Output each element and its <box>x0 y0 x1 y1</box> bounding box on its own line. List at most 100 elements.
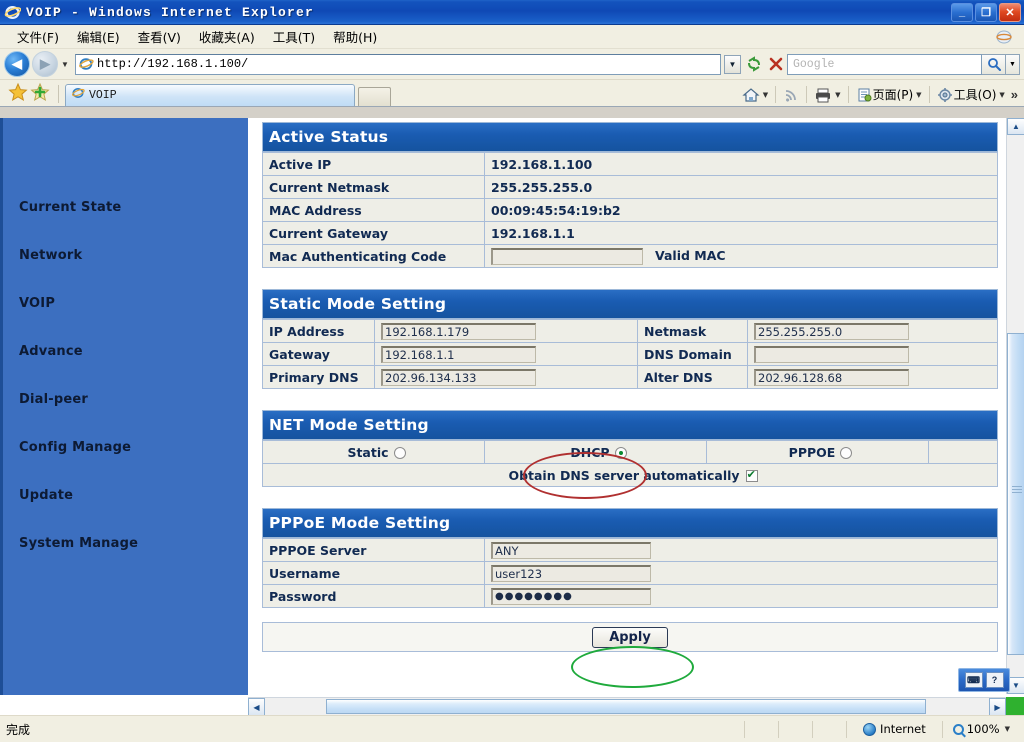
add-to-favorites-icon[interactable] <box>30 82 52 104</box>
password-input[interactable]: ●●●●●●●● <box>491 588 651 605</box>
row-label-primary-dns: Primary DNS <box>263 366 375 389</box>
spacer-2 <box>262 389 998 410</box>
gateway-input[interactable]: 192.168.1.1 <box>381 346 536 363</box>
row-value-active-ip: 192.168.1.100 <box>485 153 998 176</box>
vertical-scrollbar[interactable]: ▲ ▼ <box>1006 118 1024 694</box>
obtain-dns-checkbox[interactable] <box>746 470 758 482</box>
sidebar-item-config-manage[interactable]: Config Manage <box>19 440 248 455</box>
tab-favicon <box>71 86 85 105</box>
sidebar-item-current-state[interactable]: Current State <box>19 200 248 215</box>
browser-window: VOIP - Windows Internet Explorer _ ❐ ✕ 文… <box>0 0 1024 742</box>
table-row: Active IP 192.168.1.100 <box>263 153 998 176</box>
toolbar-separator-4 <box>848 86 849 103</box>
netmask-input[interactable]: 255.255.255.0 <box>754 323 909 340</box>
sidebar-item-network[interactable]: Network <box>19 248 248 263</box>
toolbar-separator <box>58 85 59 103</box>
mac-auth-code-input[interactable] <box>491 248 643 265</box>
row-value-current-gateway: 192.168.1.1 <box>485 222 998 245</box>
row-field-primary-dns: 202.96.134.133 <box>375 366 638 389</box>
help-icon[interactable]: ? <box>986 672 1004 688</box>
scroll-left-button[interactable]: ◀ <box>248 698 265 716</box>
apply-button[interactable]: Apply <box>592 627 668 648</box>
url-input[interactable]: http://192.168.1.100/ <box>75 54 721 75</box>
search-button[interactable] <box>982 54 1006 75</box>
pppoe-server-input[interactable]: ANY <box>491 542 651 559</box>
toolbar-separator-2 <box>775 86 776 103</box>
refresh-button[interactable] <box>743 53 765 75</box>
sidebar-item-dial-peer[interactable]: Dial-peer <box>19 392 248 407</box>
security-zone-indicator[interactable]: Internet <box>846 721 942 738</box>
sidebar-item-voip[interactable]: VOIP <box>19 296 248 311</box>
horizontal-scrollbar[interactable]: ◀ ▶ <box>248 697 1006 715</box>
print-caret-icon: ▼ <box>835 91 840 99</box>
menu-item-view[interactable]: 查看(V) <box>129 25 190 48</box>
sidebar-item-update[interactable]: Update <box>19 488 248 503</box>
back-button[interactable]: ◀ <box>4 51 30 77</box>
messenger-icon[interactable] <box>994 28 1014 46</box>
magnifier-icon <box>953 724 964 735</box>
row-label-netmask: Netmask <box>638 320 748 343</box>
title-bar: VOIP - Windows Internet Explorer _ ❐ ✕ <box>0 0 1024 25</box>
keyboard-icon[interactable]: ⌨ <box>965 672 983 688</box>
vertical-scroll-thumb[interactable] <box>1007 333 1024 655</box>
dhcp-radio[interactable] <box>615 447 627 459</box>
internet-explorer-icon <box>4 4 21 21</box>
feeds-button[interactable] <box>780 86 802 104</box>
menu-item-edit[interactable]: 编辑(E) <box>68 25 129 48</box>
print-button[interactable]: ▼ <box>811 86 843 104</box>
toolbar-overflow-icon[interactable]: » <box>1011 87 1018 102</box>
tools-menu-button[interactable]: 工具(O) ▼ <box>934 85 1008 104</box>
stop-button[interactable] <box>765 53 787 75</box>
row-field-dns-domain <box>748 343 998 366</box>
page-sidebar: Current State Network VOIP Advance Dial-… <box>0 118 248 695</box>
net-mode-option-static[interactable]: Static <box>263 441 485 464</box>
menu-item-tools[interactable]: 工具(T) <box>264 25 324 48</box>
new-tab-button[interactable] <box>358 87 391 106</box>
active-status-table: Active IP 192.168.1.100 Current Netmask … <box>262 152 998 268</box>
gear-icon <box>937 87 953 103</box>
row-label-dns-domain: DNS Domain <box>638 343 748 366</box>
page-content: Active Status Active IP 192.168.1.100 Cu… <box>248 118 1006 695</box>
zoom-caret-icon[interactable]: ▼ <box>1005 725 1010 733</box>
home-button[interactable]: ▼ <box>739 86 771 104</box>
zoom-control[interactable]: 100% ▼ <box>942 721 1018 738</box>
menu-item-help[interactable]: 帮助(H) <box>324 25 386 48</box>
row-field-gateway: 192.168.1.1 <box>375 343 638 366</box>
net-mode-option-pppoe[interactable]: PPPOE <box>707 441 929 464</box>
menu-item-favorites[interactable]: 收藏夹(A) <box>190 25 264 48</box>
horizontal-scroll-thumb[interactable] <box>326 699 926 714</box>
close-button[interactable]: ✕ <box>999 3 1021 22</box>
forward-button[interactable]: ▶ <box>32 51 58 77</box>
net-mode-option-dhcp[interactable]: DHCP <box>485 441 707 464</box>
pppoe-radio[interactable] <box>840 447 852 459</box>
search-dropdown-button[interactable]: ▼ <box>1006 54 1020 75</box>
row-field-ip-address: 192.168.1.179 <box>375 320 638 343</box>
tab-bar: VOIP ▼ <box>0 80 1024 107</box>
sidebar-item-system-manage[interactable]: System Manage <box>19 536 248 551</box>
ime-language-bar[interactable]: ⌨ ? <box>958 668 1010 692</box>
scroll-right-button[interactable]: ▶ <box>989 698 1006 716</box>
table-row: Obtain DNS server automatically <box>263 464 998 487</box>
favorites-center-icon[interactable] <box>8 82 30 104</box>
sidebar-item-advance[interactable]: Advance <box>19 344 248 359</box>
dns-domain-input[interactable] <box>754 346 909 363</box>
window-controls: _ ❐ ✕ <box>951 3 1024 22</box>
minimize-button[interactable]: _ <box>951 3 973 22</box>
browser-tab-voip[interactable]: VOIP <box>65 84 355 106</box>
static-radio[interactable] <box>394 447 406 459</box>
restore-button[interactable]: ❐ <box>975 3 997 22</box>
history-dropdown-button[interactable]: ▼ <box>58 53 72 75</box>
page-menu-button[interactable]: 页面(P) ▼ <box>853 85 925 104</box>
ip-address-input[interactable]: 192.168.1.179 <box>381 323 536 340</box>
obtain-dns-row[interactable]: Obtain DNS server automatically <box>263 464 998 487</box>
search-input[interactable]: Google <box>787 54 982 75</box>
username-input[interactable]: user123 <box>491 565 651 582</box>
row-field-password: ●●●●●●●● <box>485 585 998 608</box>
table-row: Gateway 192.168.1.1 DNS Domain <box>263 343 998 366</box>
primary-dns-input[interactable]: 202.96.134.133 <box>381 369 536 386</box>
scroll-up-button[interactable]: ▲ <box>1007 118 1024 135</box>
alter-dns-input[interactable]: 202.96.128.68 <box>754 369 909 386</box>
row-label-gateway: Gateway <box>263 343 375 366</box>
menu-item-file[interactable]: 文件(F) <box>8 25 68 48</box>
url-dropdown-button[interactable]: ▼ <box>724 55 741 74</box>
